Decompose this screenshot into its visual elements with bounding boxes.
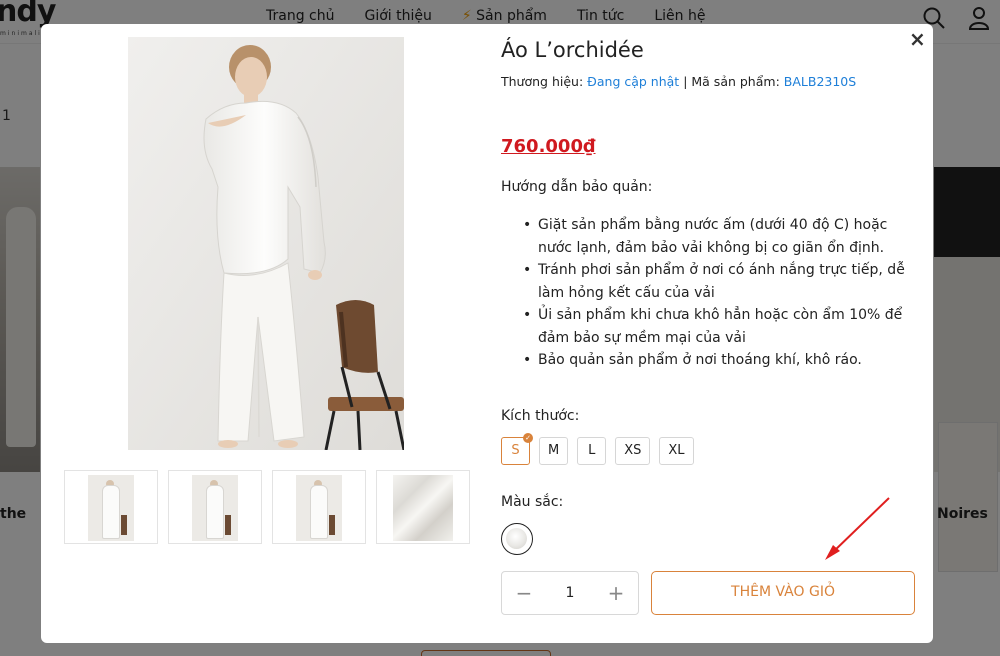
close-button[interactable]: × <box>909 28 926 50</box>
thumbnail-2[interactable] <box>168 470 262 544</box>
size-option-label: S <box>511 443 520 458</box>
product-price: 760.000₫ <box>501 136 596 157</box>
thumbnail-strip <box>64 470 470 544</box>
care-item: Giặt sản phẩm bằng nước ấm (dưới 40 độ C… <box>519 214 919 259</box>
thumbnail-bg <box>192 475 238 541</box>
quick-view-modal: × Áo L’orchidée Thương hiệu: Đang cập nh… <box>41 24 933 643</box>
check-icon: ✓ <box>523 433 533 443</box>
thumbnail-figure <box>206 485 224 539</box>
sku-value: BALB2310S <box>783 74 857 89</box>
thumbnail-4[interactable] <box>376 470 470 544</box>
swatch-image <box>506 528 527 549</box>
brand-link[interactable]: Đang cập nhật <box>587 74 679 89</box>
thumbnail-3[interactable] <box>272 470 366 544</box>
size-option-xs[interactable]: XS <box>615 437 651 465</box>
thumbnail-chair <box>121 515 127 535</box>
thumbnail-figure <box>310 485 328 539</box>
add-to-cart-button[interactable]: THÊM VÀO GIỎ <box>651 571 915 615</box>
thumbnail-figure <box>102 485 120 539</box>
care-title: Hướng dẫn bảo quản: <box>501 179 653 195</box>
product-title: Áo L’orchidée <box>501 38 644 62</box>
size-label: Kích thước: <box>501 408 580 424</box>
size-option-m[interactable]: M <box>539 437 569 465</box>
care-list: Giặt sản phẩm bằng nước ấm (dưới 40 độ C… <box>519 214 919 372</box>
thumbnail-1[interactable] <box>64 470 158 544</box>
care-item: Ủi sản phẩm khi chưa khô hẳn hoặc còn ẩm… <box>519 304 919 349</box>
color-label: Màu sắc: <box>501 494 564 510</box>
size-option-s[interactable]: S ✓ <box>501 433 533 465</box>
main-product-image[interactable] <box>128 37 404 450</box>
sku-label: Mã sản phẩm: <box>691 74 780 89</box>
price-value: 760.000₫ <box>501 136 596 157</box>
decrease-quantity-button[interactable]: − <box>502 572 546 614</box>
thumbnail-chair <box>225 515 231 535</box>
color-swatch-white[interactable] <box>501 523 533 555</box>
size-options: S ✓ M L XS XL <box>501 433 694 465</box>
quantity-input[interactable] <box>546 572 594 614</box>
care-item: Tránh phơi sản phẩm ở nơi có ánh nắng tr… <box>519 259 919 304</box>
thumbnail-fabric <box>393 475 453 541</box>
product-photo <box>128 37 404 450</box>
thumbnail-bg <box>88 475 134 541</box>
thumbnail-chair <box>329 515 335 535</box>
size-option-l[interactable]: L <box>577 437 607 465</box>
thumbnail-bg <box>296 475 342 541</box>
brand-label: Thương hiệu: <box>501 74 584 89</box>
size-option-xl[interactable]: XL <box>659 437 694 465</box>
meta-separator: | <box>683 74 688 89</box>
care-item: Bảo quản sản phẩm ở nơi thoáng khí, khô … <box>519 349 919 372</box>
quantity-stepper: − + <box>501 571 639 615</box>
increase-quantity-button[interactable]: + <box>594 572 638 614</box>
annotation-arrow-icon <box>825 497 890 560</box>
product-meta: Thương hiệu: Đang cập nhật | Mã sản phẩm… <box>501 74 856 89</box>
